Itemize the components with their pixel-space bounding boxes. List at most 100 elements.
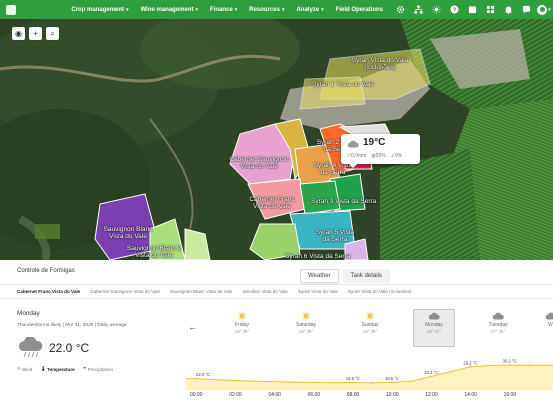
field-tab[interactable]: Syrah Vista do Vale	[298, 289, 338, 294]
forecast-day-name: Sunday	[361, 322, 379, 328]
forecast-temp-range: 19° 27°	[426, 329, 442, 334]
hourly-temperature-chart[interactable]: 22.0 °C 19.5 °C 19.6 °C 23.3 °C 29.2 °C 30.2 …	[186, 355, 553, 390]
temperature-point[interactable]	[469, 365, 472, 368]
metric-label: Precipitation	[87, 366, 114, 372]
sun-icon	[365, 311, 375, 321]
field-tab[interactable]: Syrah Vista do Vale (Inclusões)	[348, 289, 412, 294]
field-label[interactable]: Syrah 5 Vista da Serra	[312, 229, 358, 243]
forecast-day-card-selected[interactable]: Monday 19° 27°	[413, 309, 455, 347]
temperature-point[interactable]	[351, 381, 354, 384]
temperature-point[interactable]	[489, 364, 491, 367]
field-tab[interactable]: Sémillon Vista do Vale	[242, 289, 288, 294]
raindrop-icon: ☂	[82, 366, 87, 371]
menu-analyze[interactable]: Analyze ▾	[290, 7, 329, 13]
field-tab[interactable]: Sauvignon Blanc Vista do Vale	[170, 289, 232, 294]
temperature-point[interactable]	[312, 381, 315, 384]
tab-weather[interactable]: Weather	[300, 269, 339, 283]
notification-bell-icon[interactable]	[499, 0, 517, 19]
avatar	[537, 4, 548, 15]
forecast-day-card[interactable]: W	[537, 310, 553, 344]
forecast-day-card[interactable]: Saturday 15° 29°	[285, 310, 327, 344]
hour-tick-label: 06:00	[307, 392, 321, 398]
menu-finance[interactable]: Finance ▾	[204, 7, 243, 13]
add-icon[interactable]: +	[29, 27, 42, 40]
search-icon[interactable]: ⌕	[46, 27, 59, 40]
field-tab[interactable]: Cabernet Franc Vista do Vale	[17, 289, 80, 294]
data-label: 22.0 °C	[196, 372, 210, 377]
grid-apps-icon[interactable]	[481, 0, 499, 19]
forecast-day-name: Tuesday	[488, 322, 508, 328]
weather-popup[interactable]: 19°C ⛆0.0mm ◍59% ➶0%	[341, 134, 420, 168]
menu-crop-management[interactable]: Crop management ▾	[65, 7, 134, 13]
calendar-icon[interactable]	[463, 0, 481, 19]
forecast-day-name: Monday	[425, 322, 443, 328]
cloud-icon	[545, 312, 553, 320]
user-avatar[interactable]: ▾	[535, 0, 553, 19]
field-label[interactable]: Syrah 3 Vista da Serra	[311, 198, 376, 205]
metric-tab-wind[interactable]: ≋ Wind	[17, 366, 32, 372]
menu-wine-management[interactable]: Wine management ▾	[135, 7, 204, 13]
forecast-day-card[interactable]: Sunday 18° 29°	[349, 310, 391, 344]
popup-humidity: 59%	[375, 153, 386, 159]
menu-resources[interactable]: Resources ▾	[243, 7, 290, 13]
temperature-point[interactable]	[391, 381, 393, 384]
rain-icon: ⛆0.0mm	[347, 153, 367, 159]
previous-day-arrow-icon[interactable]: ←	[188, 322, 197, 332]
cloud-icon	[492, 312, 504, 320]
chat-icon[interactable]	[517, 0, 535, 19]
temperature-point[interactable]	[371, 381, 374, 384]
satellite-map[interactable]: ◉ + ⌕ Syrah Vista do Vale (Inclusões) Sy…	[0, 19, 553, 260]
forecast-day-card[interactable]: Friday 15° 29°	[221, 310, 263, 344]
temperature-point[interactable]	[410, 380, 413, 383]
temperature-point[interactable]	[214, 378, 217, 381]
data-label: 19.5 °C	[346, 376, 360, 381]
svg-text:?: ?	[452, 8, 456, 14]
metric-label: Temperature	[47, 366, 75, 372]
brand-logo[interactable]	[0, 0, 65, 19]
menu-label: Field Operations	[335, 6, 383, 13]
field-tab[interactable]: Cabernet Sauvignon Vista do Vale	[90, 289, 160, 294]
hierarchy-icon[interactable]	[409, 0, 427, 19]
temperature-point[interactable]	[253, 380, 256, 383]
sun-icon[interactable]	[427, 0, 445, 19]
temperature-point[interactable]	[273, 380, 276, 383]
layers-eye-icon[interactable]: ◉	[12, 27, 25, 40]
wind-icon: ≋	[17, 366, 21, 371]
popup-details: ⛆0.0mm ◍59% ➶0%	[347, 153, 402, 159]
hour-tick-label: 04:00	[268, 392, 281, 398]
forecast-day-name: W	[548, 322, 553, 328]
field-label[interactable]: Syrah 1 Vista do Vale	[312, 81, 374, 88]
chevron-down-icon: ▾	[126, 6, 129, 13]
temperature-point[interactable]	[234, 379, 237, 382]
field-label[interactable]: Cabernet Franc Vista do Vale	[245, 196, 299, 210]
field-label[interactable]: Syrah 4 Vista da Serra	[313, 162, 353, 176]
temperature-point[interactable]	[508, 364, 511, 367]
forecast-day-card[interactable]: Tuesday 17° 25°	[477, 310, 519, 344]
temperature-point[interactable]	[332, 381, 335, 384]
chevron-down-icon: ▾	[321, 6, 324, 13]
field-label[interactable]: Syrah 6 Vista da Serra	[285, 253, 350, 260]
sun-icon	[301, 311, 311, 321]
temperature-point[interactable]	[528, 364, 531, 367]
temperature-point[interactable]	[293, 381, 295, 384]
field-label[interactable]: Cabernet Sauvignon Vista do Vale	[229, 156, 289, 170]
settings-gear-icon[interactable]	[391, 0, 409, 19]
tab-task-details[interactable]: Task details	[342, 269, 390, 283]
field-label[interactable]: Sauvignon Blanc Vista do Vale	[98, 226, 158, 240]
forecast-temp-range: 18° 29°	[362, 329, 378, 334]
menu-label: Analyze	[296, 6, 320, 13]
menu-field-operations[interactable]: Field Operations	[330, 7, 389, 13]
field-label[interactable]: Syrah Vista do Vale (Inclusões)	[345, 57, 415, 71]
metric-tab-temperature[interactable]: 🌡 Temperature	[40, 366, 74, 372]
forecast-day-name: Friday	[235, 322, 249, 328]
metric-tab-precipitation[interactable]: ☂ Precipitation	[83, 366, 113, 372]
temperature-point[interactable]	[449, 370, 452, 373]
field-label[interactable]: Sauvignon Blanc 2 Vista do Vale	[124, 245, 184, 259]
thermometer-icon: 🌡	[40, 366, 47, 371]
temperature-point[interactable]	[195, 377, 197, 380]
hour-tick-label: 08:00	[346, 392, 360, 398]
help-icon[interactable]: ?	[445, 0, 463, 19]
map-imagery	[0, 19, 553, 260]
temperature-point[interactable]	[430, 375, 433, 378]
panel-tabs: Weather Task details	[300, 269, 390, 283]
